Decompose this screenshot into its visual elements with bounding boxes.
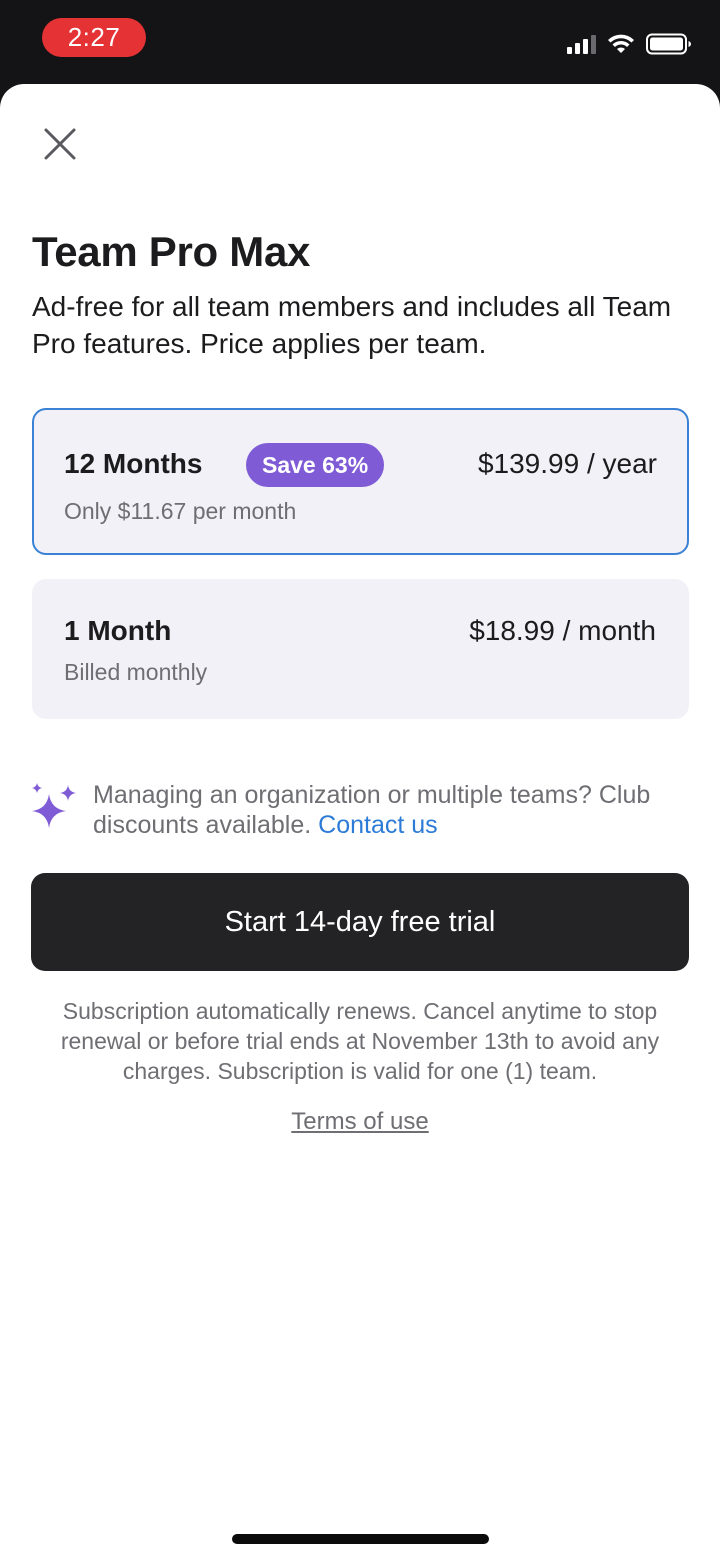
status-bar: 2:27 [0,0,720,84]
plan-option-annual[interactable]: 12 Months Save 63% $139.99 / year Only $… [32,408,689,555]
battery-icon [646,33,691,55]
plan-subtext: Billed monthly [64,659,208,685]
wifi-icon [608,34,634,53]
terms-row: Terms of use [0,1108,720,1136]
page-title: Team Pro Max [32,228,311,275]
club-discount-text: Managing an organization or multiple tea… [93,780,720,840]
plan-name: 1 Month [64,615,172,646]
close-button[interactable] [36,120,84,168]
page-subtitle: Ad-free for all team members and include… [32,291,672,359]
save-badge: Save 63% [246,443,385,487]
home-indicator[interactable] [232,1534,489,1544]
subscription-fineprint: Subscription automatically renews. Cance… [60,998,660,1084]
close-icon [44,128,76,160]
start-trial-button[interactable]: Start 14-day free trial [31,873,689,971]
status-time[interactable]: 2:27 [42,18,146,57]
plan-price: $18.99 / month [469,615,656,646]
terms-of-use-link[interactable]: Terms of use [291,1108,428,1135]
status-icons [567,30,692,58]
plan-price: $139.99 / year [477,448,657,479]
sparkle-icon [32,783,76,828]
paywall-sheet: Team Pro Max Ad-free for all team member… [0,84,720,1560]
plan-subtext: Only $11.67 per month [64,498,297,524]
signal-icon [567,34,596,54]
plan-option-monthly[interactable]: 1 Month $18.99 / month Billed monthly [32,579,689,719]
plan-name: 12 Months [64,448,203,479]
contact-us-link[interactable]: Contact us [318,811,438,839]
